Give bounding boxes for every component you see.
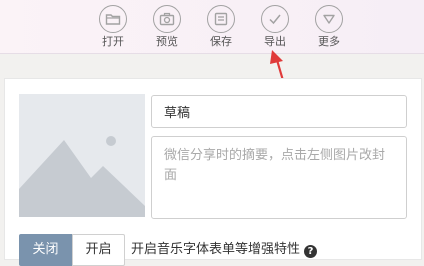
cover-image-placeholder[interactable] — [19, 94, 145, 217]
enhanced-features-label: 开启音乐字体表单等增强特性? — [131, 241, 318, 259]
open-button[interactable]: 打开 — [92, 5, 134, 53]
camera-icon — [153, 5, 181, 33]
save-icon — [207, 5, 235, 33]
toggle-on-button[interactable]: 开启 — [72, 234, 125, 266]
more-button[interactable]: 更多 — [308, 5, 350, 53]
check-icon — [261, 5, 289, 33]
enhanced-features-text: 开启音乐字体表单等增强特性 — [131, 242, 301, 257]
more-label: 更多 — [318, 35, 340, 48]
title-input[interactable] — [151, 95, 407, 128]
folder-icon — [99, 5, 127, 33]
save-button[interactable]: 保存 — [200, 5, 242, 53]
article-settings-card: 微信分享时的摘要，点击左侧图片改封面 关闭 开启 开启音乐字体表单等增强特性? — [4, 78, 422, 266]
preview-label: 预览 — [156, 35, 178, 48]
export-label: 导出 — [264, 35, 286, 48]
toolbar: 打开 预览 保存 导出 更多 — [0, 0, 424, 54]
save-label: 保存 — [210, 35, 232, 48]
export-button[interactable]: 导出 — [254, 5, 296, 53]
help-icon[interactable]: ? — [304, 245, 318, 258]
description-textarea[interactable]: 微信分享时的摘要，点击左侧图片改封面 — [151, 136, 407, 219]
toggle-off-button[interactable]: 关闭 — [19, 234, 72, 266]
preview-button[interactable]: 预览 — [146, 5, 188, 53]
chevron-down-icon — [315, 5, 343, 33]
open-label: 打开 — [102, 35, 124, 48]
image-placeholder-icon — [19, 136, 145, 217]
